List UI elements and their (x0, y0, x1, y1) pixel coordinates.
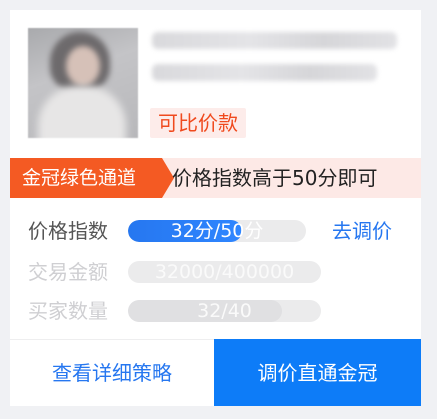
trade-amount-progress-bar: 32000/400000 (128, 261, 321, 283)
adjust-to-gold-crown-button[interactable]: 调价直通金冠 (214, 339, 421, 406)
trade-amount-label: 交易金额 (28, 260, 108, 284)
price-index-label: 价格指数 (28, 219, 108, 243)
price-card: 可比价款 金冠绿色通道 价格指数高于50分即可 价格指数 32分/50分 去调价… (10, 10, 421, 406)
product-title-line-blurred (152, 32, 397, 49)
buyer-count-progress-bar: 32/40 (128, 300, 321, 322)
trade-amount-value: 32000/400000 (154, 261, 295, 283)
buyer-count-label: 买家数量 (28, 299, 108, 323)
product-thumbnail[interactable] (28, 28, 138, 138)
gold-crown-banner: 金冠绿色通道 价格指数高于50分即可 (10, 158, 421, 198)
thumbnail-body-shape (38, 86, 126, 138)
action-footer: 查看详细策略 调价直通金冠 (10, 339, 421, 406)
green-channel-tag: 金冠绿色通道 (10, 158, 174, 198)
adjust-price-link[interactable]: 去调价 (332, 217, 392, 245)
view-strategy-button[interactable]: 查看详细策略 (10, 340, 214, 406)
price-index-value: 32分/50分 (170, 220, 264, 242)
compare-price-tag: 可比价款 (150, 108, 246, 138)
price-index-progress-bar: 32分/50分 (128, 220, 306, 242)
banner-requirement-text: 价格指数高于50分即可 (172, 166, 378, 190)
thumbnail-face-shape (66, 46, 100, 86)
product-title-line-blurred (152, 64, 377, 81)
buyer-count-value: 32/40 (197, 300, 252, 322)
